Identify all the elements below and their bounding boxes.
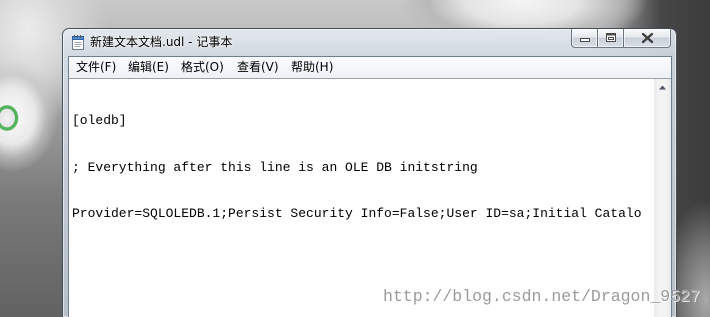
window-title: 新建文本文档.udl - 记事本 (90, 35, 233, 49)
close-button[interactable] (624, 29, 671, 48)
menu-help[interactable]: 帮助(H) (284, 57, 338, 78)
text-editor[interactable]: [oledb] ; Everything after this line is … (69, 78, 671, 317)
menu-file[interactable]: 文件(F) (69, 57, 121, 78)
close-icon (641, 32, 654, 44)
notepad-icon[interactable] (70, 34, 86, 50)
editor-line[interactable]: Provider=SQLOLEDB.1;Persist Security Inf… (72, 206, 654, 222)
scroll-up-arrow-icon (659, 85, 666, 90)
maximize-button[interactable] (598, 29, 624, 48)
vertical-scrollbar[interactable] (654, 79, 671, 317)
scroll-up-button[interactable] (654, 79, 671, 96)
menu-edit[interactable]: 编辑(E) (121, 57, 174, 78)
editor-line[interactable]: [oledb] (72, 113, 654, 129)
menu-view[interactable]: 查看(V) (230, 57, 284, 78)
editor-line[interactable]: ; Everything after this line is an OLE D… (72, 160, 654, 176)
menu-format[interactable]: 格式(O) (174, 57, 230, 78)
minimize-button[interactable] (571, 29, 598, 48)
maximize-icon (606, 33, 616, 42)
minimize-icon (580, 38, 590, 42)
client-area: 文件(F) 编辑(E) 格式(O) 查看(V) 帮助(H) [oledb] ; Ever… (68, 56, 672, 317)
caption-buttons (571, 29, 671, 48)
watermark: http://blog.csdn.net/Dragon_9527 (383, 287, 700, 306)
editor-text[interactable]: [oledb] ; Everything after this line is … (69, 79, 654, 317)
notepad-window[interactable]: 新建文本文档.udl - 记事本 文件(F) 编辑(E) 格式(O) 查看(V) 帮助(… (62, 28, 677, 317)
menu-bar: 文件(F) 编辑(E) 格式(O) 查看(V) 帮助(H) (69, 57, 671, 78)
